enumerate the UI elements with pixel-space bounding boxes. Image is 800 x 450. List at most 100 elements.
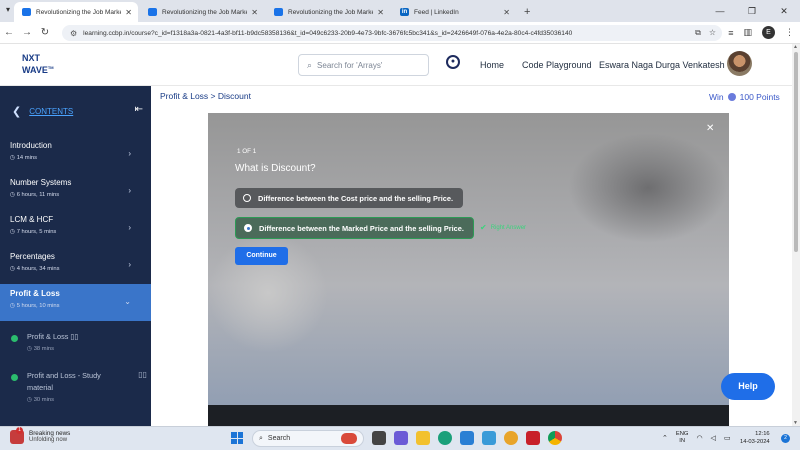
close-window-icon[interactable]: ✕ [768,6,800,17]
site-info-icon[interactable]: ⚙ [70,29,77,38]
scroll-up-icon[interactable]: ▲ [793,44,798,50]
settings-app-icon[interactable] [504,431,518,445]
chat-icon[interactable] [394,431,408,445]
system-tray: ⌃ ENG IN ◠ ◁ ▭ [662,431,731,445]
close-tab-icon[interactable]: ✕ [125,8,132,17]
nav-code-playground-link[interactable]: Code Playground [522,60,592,70]
notification-badge[interactable]: 2 [781,434,790,443]
restore-icon[interactable]: ❐ [736,6,768,17]
help-button[interactable]: Help [721,373,775,400]
browser-tab-4[interactable]: in Feed | LinkedIn ✕ [392,2,516,22]
store-icon[interactable] [460,431,474,445]
minimize-icon[interactable]: — [704,6,736,16]
check-icon: ✔ [480,223,487,232]
app-icon[interactable] [482,431,496,445]
chevron-right-icon: › [128,186,131,195]
scrollbar-thumb[interactable] [794,52,798,252]
user-name[interactable]: Eswara Naga Durga Venkatesh [599,60,725,70]
volume-icon[interactable]: ◁ [711,434,716,442]
sidebar-topic-number-systems[interactable]: Number Systems ◷ 6 hours, 11 mins › [0,173,151,210]
extensions-icon[interactable]: ≡ [728,28,733,38]
browser-menu-icon[interactable]: ⋮ [785,27,794,38]
window-controls: — ❐ ✕ [704,0,800,22]
browser-tab-strip: ▾ Revolutionizing the Job Market ✕ Revol… [0,0,800,22]
url-text[interactable]: learning.ccbp.in/course?c_id=f1318a3a-08… [83,30,572,37]
search-input[interactable]: ⌕ Search for 'Arrays' [298,54,429,76]
mcafee-icon[interactable] [526,431,540,445]
sidebar-subitem-study-material[interactable]: Profit and Loss - Study material ▯▯ ◷ 30… [0,364,151,409]
language-indicator[interactable]: ENG IN [676,431,689,445]
cast-icon[interactable]: ⧉ [695,28,701,38]
taskbar-search[interactable]: ⌕ Search [252,430,364,447]
quiz-option-1[interactable]: Difference between the Cost price and th… [235,188,463,208]
win-points: Win 100 Points [709,92,780,102]
sidebar-title[interactable]: CONTENTS [29,107,73,116]
clock-icon: ◷ [10,155,16,161]
edge-icon[interactable] [438,431,452,445]
windows-start-icon[interactable] [231,432,243,444]
sidebar-topic-profit-loss[interactable]: Profit & Loss ◷ 5 hours, 10 mins ⌄ [0,284,151,321]
browser-tab-2[interactable]: Revolutionizing the Job Market ✕ [140,2,264,22]
windows-taskbar: 1 Breaking news Unfolding now ⌕ Search ⌃… [0,426,800,450]
profile-avatar[interactable]: E [762,26,775,39]
search-icon: ⌕ [307,59,313,70]
battery-icon[interactable]: ▭ [724,434,731,442]
ccbp-favicon-icon [274,8,283,16]
forward-arrow-icon[interactable]: → [18,27,36,38]
close-icon[interactable]: ✕ [706,123,714,134]
taskbar-clock[interactable]: 12:16 14-03-2024 [740,430,770,446]
close-tab-icon[interactable]: ✕ [503,8,510,17]
clock-icon: ◷ [27,346,33,352]
radio-selected-icon [244,224,252,232]
nav-home-link[interactable]: Home [480,60,504,70]
back-arrow-icon[interactable]: ← [0,27,18,38]
sidebar-topic-percentages[interactable]: Percentages ◷ 4 hours, 34 mins › [0,247,151,284]
address-bar: ← → ↻ ⚙ learning.ccbp.in/course?c_id=f13… [0,22,800,44]
task-view-icon[interactable] [372,431,386,445]
clock-icon: ◷ [10,229,16,235]
collapse-sidebar-icon[interactable]: ⇤ [135,104,143,115]
quiz-modal: ✕ 1 OF 1 What is Discount? Difference be… [208,113,729,426]
ccbp-favicon-icon [22,8,31,16]
chevron-right-icon: › [128,149,131,158]
url-omnibox[interactable]: ⚙ learning.ccbp.in/course?c_id=f1318a3a-… [62,25,722,41]
close-tab-icon[interactable]: ✕ [251,8,258,17]
answer-feedback: ✔ Right Answer [480,223,527,232]
nxtwave-logo[interactable]: NXT WAVETM [22,53,54,75]
bookmark-star-icon[interactable]: ☆ [709,28,716,38]
chevron-down-icon: ⌄ [124,297,131,306]
linkedin-favicon-icon: in [400,8,409,16]
page-scrollbar[interactable]: ▲ ▼ [792,44,800,426]
wifi-icon[interactable]: ◠ [696,434,702,442]
book-icon: ▯▯ [70,332,79,341]
file-explorer-icon[interactable] [416,431,430,445]
modal-footer-bar [208,405,729,426]
book-icon: ▯▯ [138,370,147,379]
clock-icon: ◷ [10,266,16,272]
tab-search-icon[interactable]: ▾ [6,5,10,14]
sidebar-topic-lcm-hcf[interactable]: LCM & HCF ◷ 7 hours, 5 mins › [0,210,151,247]
clock-icon: ◷ [27,397,33,403]
user-avatar[interactable] [727,51,752,76]
browser-tab-1[interactable]: Revolutionizing the Job Market ✕ [14,2,138,22]
continue-button[interactable]: Continue [235,247,288,265]
taskbar-apps [372,431,562,445]
new-tab-button[interactable]: + [524,6,530,18]
quiz-option-2[interactable]: Difference between the Marked Price and … [235,217,474,239]
close-tab-icon[interactable]: ✕ [377,8,384,17]
chevron-right-icon: › [128,223,131,232]
sidebar-header: ❮ CONTENTS ⇤ [0,86,151,136]
news-widget[interactable]: 1 Breaking news Unfolding now [10,427,70,444]
show-hidden-icons-icon[interactable]: ⌃ [662,434,668,442]
clock-icon: ◷ [10,192,16,198]
sidebar-topic-introduction[interactable]: Introduction ◷ 14 mins › [0,136,151,173]
reload-icon[interactable]: ↻ [36,27,54,38]
streak-icon[interactable]: ● [446,55,460,69]
browser-tab-3[interactable]: Revolutionizing the Job Market ✕ [266,2,390,22]
chrome-icon[interactable] [548,431,562,445]
sidebar-subitem-profit-loss[interactable]: Profit & Loss ▯▯ ◷ 38 mins [0,325,151,358]
back-chevron-icon[interactable]: ❮ [12,105,21,118]
news-icon: 1 [10,427,24,444]
search-icon: ⌕ [259,434,263,442]
side-panel-icon[interactable]: ▥ [743,27,752,38]
